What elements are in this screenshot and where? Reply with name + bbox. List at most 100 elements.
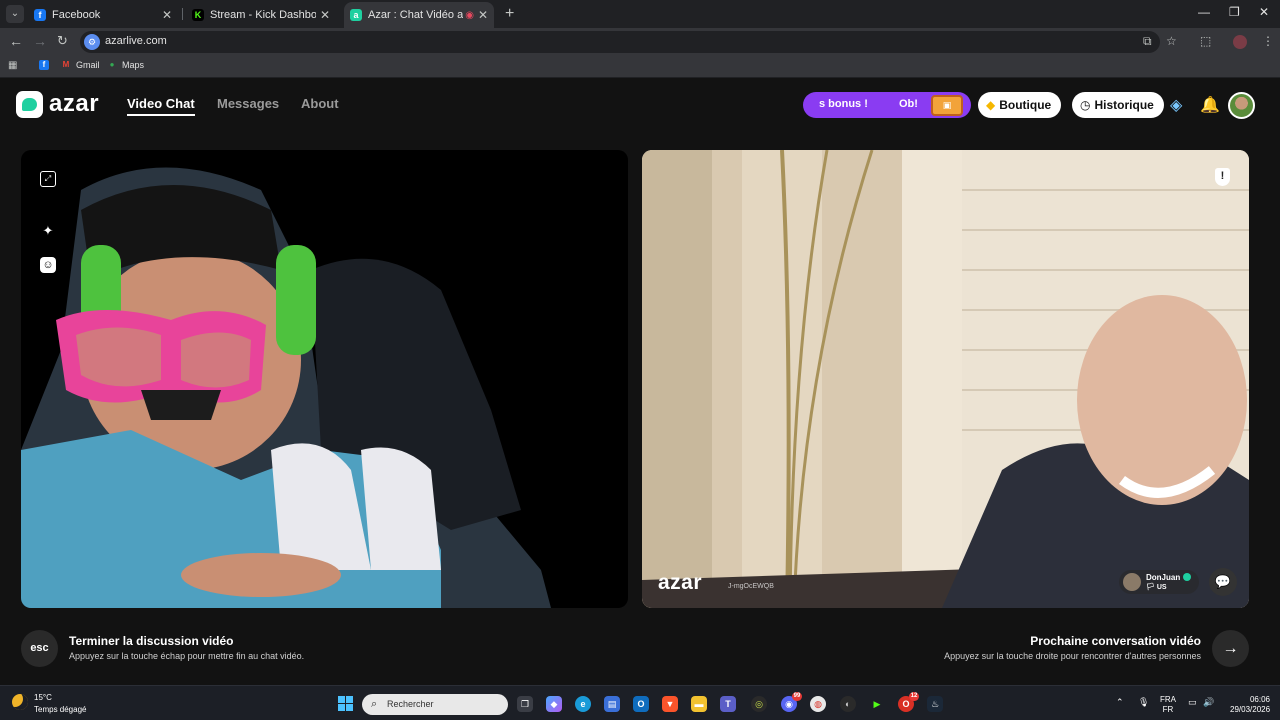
search-icon: ⌕ (371, 698, 378, 710)
face-filter-icon[interactable]: ☺ (40, 257, 56, 273)
tab-facebook[interactable]: f Facebook ✕ (28, 2, 178, 28)
shop-button[interactable]: ◆ Boutique (978, 92, 1062, 118)
facebook-icon: f (39, 60, 49, 70)
report-icon[interactable]: ! (1215, 168, 1230, 186)
lang-code: FRA (1160, 695, 1176, 704)
kick-icon: K (192, 9, 204, 21)
nav-messages[interactable]: Messages (217, 96, 279, 111)
microphone-icon[interactable]: 🎙 (1138, 697, 1149, 708)
extensions-icon[interactable]: ⬚ (1200, 34, 1211, 48)
taskbar-search[interactable]: ⌕ Rechercher (362, 694, 508, 715)
azar-logo-icon[interactable] (16, 91, 43, 118)
search-placeholder: Rechercher (387, 699, 434, 709)
close-icon[interactable]: ✕ (162, 8, 172, 22)
peer-avatar (1123, 573, 1141, 591)
next-chat-hint: Appuyez sur la touche droite pour rencon… (944, 651, 1201, 661)
bookmark-maps[interactable]: ● Maps (107, 60, 144, 70)
esc-button[interactable]: esc (21, 630, 58, 667)
bonus-banner[interactable]: s bonus ! Ob! ▣ (803, 92, 971, 118)
brave-icon[interactable]: ▼ (662, 696, 678, 712)
minimize-button[interactable]: — (1198, 5, 1210, 19)
peer-video-feed (642, 150, 1249, 608)
bookmark-facebook[interactable]: f (39, 60, 54, 70)
discord-icon[interactable]: ◉ 99 (781, 692, 802, 712)
system-clock[interactable]: 06:06 29/03/2026 (1230, 695, 1270, 715)
clock-time: 06:06 (1249, 695, 1270, 704)
close-icon[interactable]: ✕ (320, 8, 330, 22)
opera-icon[interactable]: O 12 (898, 692, 919, 712)
bookmark-star-icon[interactable]: ☆ (1166, 34, 1177, 48)
edge-icon[interactable]: e (575, 696, 591, 712)
menu-icon[interactable]: ⋮ (1262, 34, 1274, 48)
volume-icon[interactable]: 🔊 (1203, 697, 1214, 708)
file-explorer-icon[interactable]: ▬ (691, 696, 707, 712)
magic-wand-icon[interactable]: ✦ (40, 223, 56, 239)
tab-title: Facebook (52, 9, 101, 21)
user-avatar[interactable] (1228, 92, 1255, 119)
close-icon[interactable]: ✕ (478, 8, 488, 22)
azar-icon: a (350, 9, 362, 21)
nav-video-chat[interactable]: Video Chat (127, 96, 195, 116)
tab-azar[interactable]: a Azar : Chat Vidéo avec de n ◉ ✕ (344, 2, 494, 28)
tab-kick[interactable]: K Stream - Kick Dashboard ✕ (186, 2, 336, 28)
tab-title: Azar : Chat Vidéo avec de n (368, 9, 464, 21)
apps-grid-icon[interactable]: ▦ (8, 60, 17, 71)
outlook-icon[interactable]: O (633, 696, 649, 712)
peer-name-row: DonJuan (1146, 573, 1192, 582)
start-button[interactable] (338, 696, 353, 711)
recording-icon: ◉ (465, 9, 474, 21)
forward-button[interactable]: → (33, 33, 47, 49)
address-bar[interactable]: ⚙ azarlive.com (80, 31, 1160, 53)
new-tab-button[interactable]: + (505, 5, 514, 23)
lang-layout: FR (1162, 705, 1174, 714)
bonus-text-2: Ob! (899, 98, 918, 110)
flag-icon: 🏳 (1146, 584, 1157, 591)
tab-search-button[interactable]: ⌄ (6, 5, 24, 23)
gems-balance-icon[interactable]: ◈ (1170, 95, 1182, 115)
back-button[interactable]: ← (9, 33, 23, 49)
bookmarks-bar: ▦ f M Gmail ● Maps (0, 56, 1280, 78)
site-info-icon[interactable]: ⚙ (84, 34, 100, 50)
copilot-icon[interactable]: ◆ (546, 696, 562, 712)
chat-bubble-icon[interactable]: 💬 (1209, 568, 1237, 596)
profile-avatar[interactable] (1233, 35, 1247, 49)
self-video: ⤢ ✦ ☺ (21, 150, 628, 608)
close-window-button[interactable]: ✕ (1259, 5, 1269, 19)
steam-icon[interactable]: ♨ (927, 696, 943, 712)
peer-profile-badge[interactable]: DonJuan 🏳 US (1119, 570, 1199, 594)
shop-label: Boutique (999, 98, 1052, 112)
gmail-icon: M (62, 60, 70, 69)
store-icon[interactable]: ▤ (604, 696, 620, 712)
tab-title: Stream - Kick Dashboard (210, 9, 316, 21)
moon-weather-icon[interactable] (12, 694, 28, 710)
clock-date: 29/03/2026 (1230, 705, 1271, 714)
restore-button[interactable]: ❐ (1229, 5, 1240, 19)
tray-overflow-icon[interactable]: ⌃ (1116, 697, 1124, 708)
teams-icon[interactable]: T (720, 696, 736, 712)
network-icon[interactable]: ▭ (1188, 697, 1197, 708)
reload-button[interactable]: ↻ (57, 33, 68, 49)
clock-icon: ◷ (1080, 98, 1091, 112)
azar-logo-text[interactable]: azar (49, 90, 99, 118)
task-view-icon[interactable]: ❐ (517, 696, 533, 712)
cast-icon[interactable]: ⧉ (1143, 34, 1152, 49)
weather-temperature[interactable]: 15°C (34, 693, 52, 702)
opera-badge: 12 (909, 692, 919, 701)
kick-app-icon[interactable]: ▶ (869, 696, 885, 712)
azar-watermark: azar (658, 571, 703, 594)
discord-badge: 99 (792, 692, 802, 701)
next-arrow-button[interactable]: → (1212, 630, 1249, 667)
app-icon[interactable]: ◎ (751, 696, 767, 712)
browser-toolbar: ← → ↻ ⚙ azarlive.com ⧉ ☆ ⬚ ⋮ (0, 28, 1280, 56)
language-indicator[interactable]: FRA FR (1160, 695, 1176, 715)
bookmark-gmail[interactable]: M Gmail (61, 60, 100, 70)
maps-icon: ● (109, 60, 115, 69)
nav-about[interactable]: About (301, 96, 339, 111)
chrome-icon[interactable]: ◍ (810, 696, 826, 712)
weather-description[interactable]: Temps dégagé (34, 705, 86, 714)
azar-page: azar Video Chat Messages About s bonus !… (0, 79, 1280, 685)
history-button[interactable]: ◷ Historique (1072, 92, 1164, 118)
obs-icon[interactable]: ◐ (840, 696, 856, 712)
fullscreen-icon[interactable]: ⤢ (40, 171, 56, 187)
notification-bell-icon[interactable]: 🔔 (1200, 95, 1220, 115)
